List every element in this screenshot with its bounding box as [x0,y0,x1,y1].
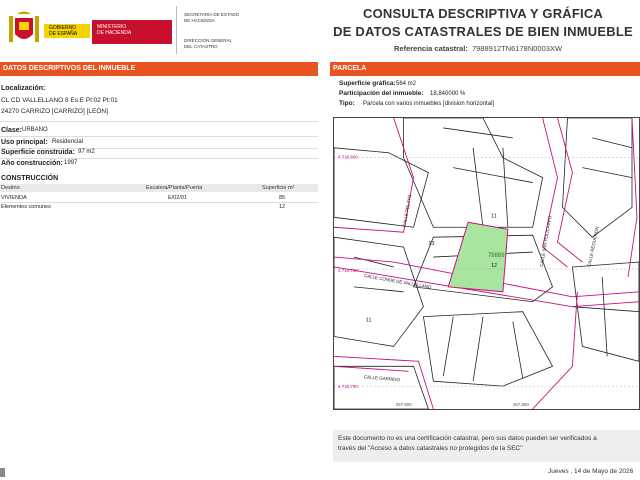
page-corner-mark [0,468,5,477]
built-area-label: Superficie construida: [1,149,75,156]
page-title-line1: CONSULTA DESCRIPTIVA Y GRÁFICA [362,6,603,21]
svg-text:11: 11 [491,213,497,219]
cadastral-reference: Referencia catastral: 7988912TN6178N0003… [394,44,563,53]
col-superficie: Superficie m² [262,185,295,191]
svg-text:4.716.750: 4.716.750 [338,268,358,273]
type-label: Tipo: [339,100,355,107]
graphic-area-label: Superficie gráfica: [339,80,396,87]
location-line2: 24270 CARRIZO [CARRIZO] [LEÓN] [1,108,108,115]
svg-text:79889: 79889 [488,253,505,259]
col-destino: Destino [1,185,20,191]
cadastral-reference-value: 7988912TN6178N0003XW [471,44,563,53]
document-date: Jueves , 14 de Mayo de 2026 [548,468,634,475]
divider [0,121,318,122]
participation-value: 18,840000 % [430,91,466,97]
svg-text:11: 11 [366,318,372,324]
cadastral-map[interactable]: 79889 11 13 12 11 4.716.800 4.716.750 4.… [333,117,640,410]
year-label: Año construcción: [1,160,63,167]
svg-text:CALLE GARRIDO: CALLE GARRIDO [364,374,401,382]
coat-of-arms-icon [9,11,39,42]
page-title-line2: DE DATOS CATASTRALES DE BIEN INMUEBLE [333,24,633,39]
construction-title: CONSTRUCCIÓN [1,175,59,182]
svg-text:CALLE SAN POLICARPO: CALLE SAN POLICARPO [539,215,553,267]
col-escalera: Escalera/Planta/Puerta [146,185,203,191]
participation-label: Participación del inmueble: [339,90,424,97]
header-logos: GOBIERNO DE ESPAÑA MINISTERIO DE HACIEND… [0,0,318,58]
svg-text:4.716.800: 4.716.800 [338,155,358,160]
divider [0,158,318,159]
class-value: URBANO [22,127,48,133]
gov-label: GOBIERNO DE ESPAÑA [49,25,78,37]
ministry-label: MINISTERIO DE HACIENDA [97,24,132,36]
svg-text:4.716.700: 4.716.700 [338,384,358,389]
type-value: Parcela con varios inmuebles [division h… [363,101,495,107]
graphic-area-value: 564 m2 [396,81,417,87]
secretariat-label: SECRETARÍA DE ESTADO DE HACIENDA [184,12,240,23]
svg-text:CALLE PELAYO: CALLE PELAYO [402,194,413,228]
svg-text:13: 13 [428,241,434,247]
class-label: Clase: [1,127,23,134]
directorate-label: DIRECCIÓN GENERAL DEL CATASTRO [184,38,233,49]
year-value: 1997 [64,160,78,166]
svg-text:267.800: 267.800 [396,402,413,407]
disclaimer-notice: Este documento no es una certificación c… [333,430,640,462]
svg-text:267.850: 267.850 [513,402,530,407]
svg-text:12: 12 [491,263,497,269]
section-bar-descriptive: DATOS DESCRIPTIVOS DEL INMUEBLE [0,62,318,76]
location-label: Localización: [1,85,46,92]
section-bar-parcel: PARCELA [330,62,640,76]
divider [0,202,318,203]
location-line1: CL CD VALLELLANO 8 Es:E Pl:02 Pt:01 [1,97,118,104]
divider [0,136,318,137]
svg-text:CALLE REGUERON: CALLE REGUERON [586,226,599,267]
use-value: Residencial [52,139,84,145]
map-canvas: 79889 11 13 12 11 4.716.800 4.716.750 4.… [334,118,639,409]
built-area-value: 97 m2 [78,149,95,155]
use-label: Uso principal: [1,139,48,146]
